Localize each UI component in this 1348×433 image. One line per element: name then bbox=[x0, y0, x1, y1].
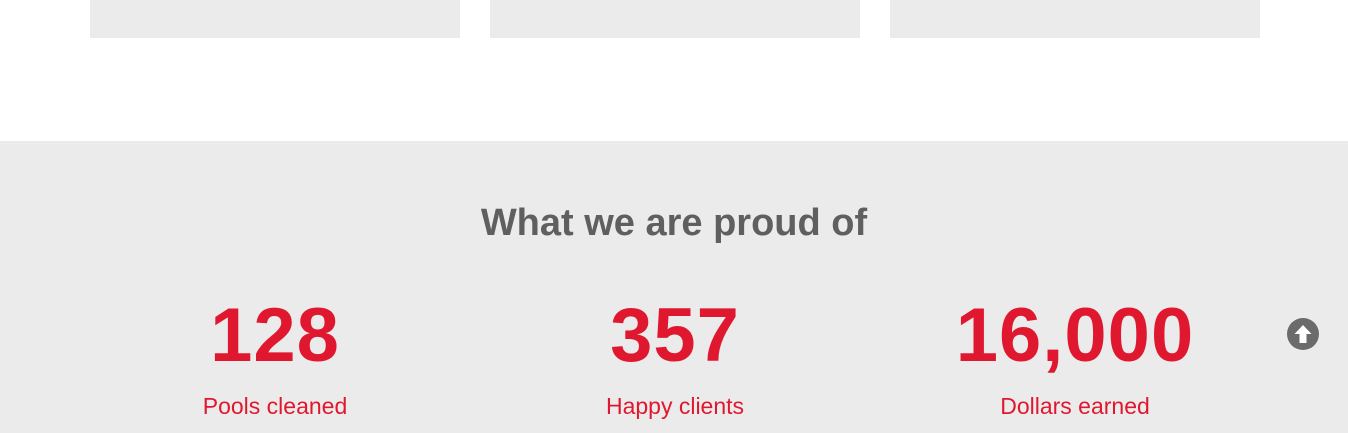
stat-label: Happy clients bbox=[605, 393, 745, 419]
stats-section: What we are proud of 128 Pools cleaned 3… bbox=[0, 141, 1348, 433]
section-title: What we are proud of bbox=[480, 202, 868, 244]
stat-number: 128 bbox=[210, 293, 340, 378]
page: What we are proud of 128 Pools cleaned 3… bbox=[0, 0, 1348, 433]
arrow-up-circle-icon bbox=[1294, 325, 1312, 343]
stat-number: 357 bbox=[610, 293, 740, 378]
stat-number: 16,000 bbox=[955, 293, 1195, 378]
stat-label: Pools cleaned bbox=[202, 393, 348, 419]
scroll-to-top-button[interactable] bbox=[1287, 318, 1319, 350]
feature-card bbox=[90, 0, 460, 38]
stat-label: Dollars earned bbox=[1000, 393, 1150, 419]
feature-cards-row bbox=[0, 0, 1348, 141]
feature-card bbox=[890, 0, 1260, 38]
feature-card bbox=[490, 0, 860, 38]
